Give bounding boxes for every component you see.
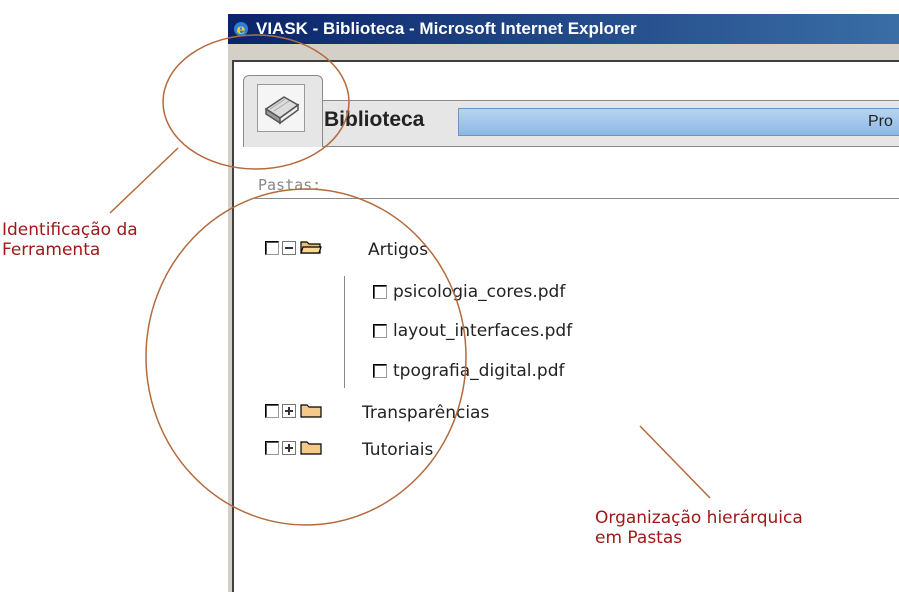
annotation-overlay <box>109 34 711 526</box>
annotation-hierarchy: Organização hierárquica em Pastas <box>595 508 803 548</box>
annotation-line: Identificação da <box>2 220 138 240</box>
annotation-line: em Pastas <box>595 528 683 548</box>
annotation-line: Organização hierárquica <box>595 508 803 528</box>
annotation-tool-id: Identificação da Ferramenta <box>2 220 138 260</box>
annotation-line: Ferramenta <box>2 240 101 260</box>
